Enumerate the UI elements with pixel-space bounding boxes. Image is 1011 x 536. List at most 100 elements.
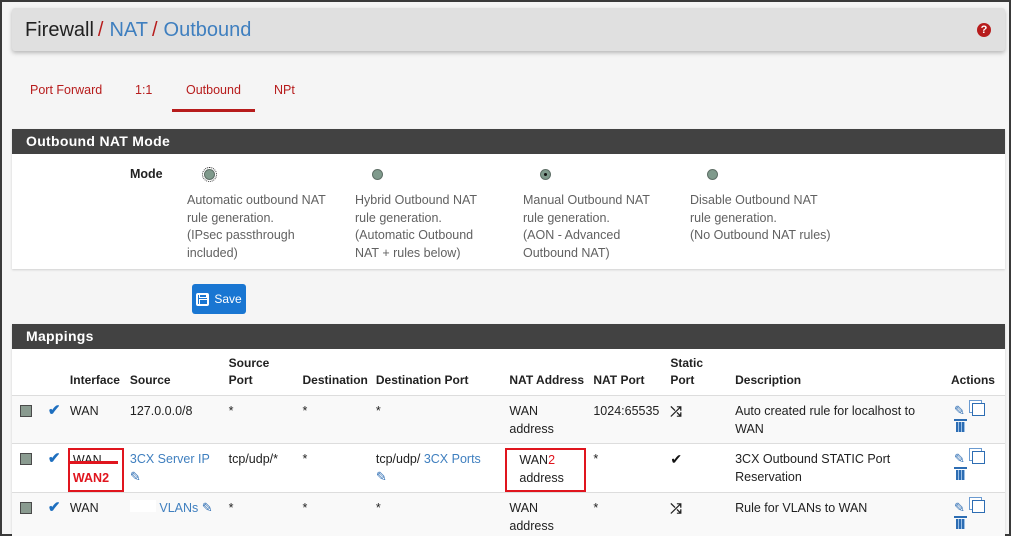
floppy-disk-icon (196, 292, 210, 306)
edit-alias-pencil-icon[interactable]: ✎ (202, 500, 213, 515)
copy-icon[interactable] (968, 400, 985, 416)
cell-source: 127.0.0.0/8 (125, 395, 225, 444)
copy-icon[interactable] (968, 497, 985, 513)
cell-source-port: tcp/udp/* (224, 443, 299, 493)
breadcrumb-outbound[interactable]: Outbound (164, 19, 252, 41)
edit-pencil-icon[interactable]: ✎ (954, 402, 965, 420)
cell-destination: * (298, 395, 372, 444)
table-row: ✔ WAN VLANs ✎ * * * WAN address * ⤮ Rule… (12, 492, 1005, 536)
enabled-check-icon[interactable]: ✔ (48, 450, 61, 467)
cell-description: 3CX Outbound STATIC Port Reservation (731, 443, 947, 493)
radio-automatic[interactable] (202, 167, 217, 182)
breadcrumb-separator: / (151, 19, 158, 41)
interface-annotation: WAN2 (72, 471, 110, 485)
cell-source: 3CX Server IP ✎ (125, 443, 225, 493)
trash-icon[interactable] (953, 516, 967, 529)
col-description: Description (731, 349, 947, 396)
destination-port-prefix: tcp/udp/ (375, 452, 421, 466)
col-nat-address: NAT Address (505, 349, 590, 396)
radio-disable[interactable] (707, 169, 718, 180)
table-header-row: Interface Source Source Port Destination… (12, 349, 1005, 396)
cell-description: Auto created rule for localhost to WAN (731, 395, 947, 444)
col-select (12, 349, 44, 396)
nat-address-line1: WAN (509, 501, 539, 515)
col-interface: Interface (65, 349, 126, 396)
enabled-check-icon[interactable]: ✔ (48, 499, 61, 516)
row-select-checkbox[interactable] (20, 405, 32, 417)
trash-icon[interactable] (953, 467, 967, 480)
source-alias-link[interactable]: VLANs (159, 501, 198, 515)
nat-address-line1: WAN (519, 453, 549, 467)
mode-desc-hybrid: Hybrid Outbound NAT rule generation. (Au… (355, 193, 478, 260)
mode-label: Mode (130, 167, 163, 181)
panel-title: Mappings (12, 324, 1005, 349)
mode-desc-manual: Manual Outbound NAT rule generation. (AO… (523, 193, 650, 260)
nat-address-line2: address (519, 471, 564, 485)
shuffle-icon: ⤮ (670, 403, 682, 419)
edit-pencil-icon[interactable]: ✎ (954, 499, 965, 517)
row-actions: ✎ (951, 400, 991, 436)
cell-nat-address: WAN address (505, 492, 590, 536)
cell-interface: WAN (72, 453, 102, 467)
save-label: Save (214, 292, 242, 306)
trash-icon[interactable] (953, 419, 967, 432)
mode-desc-automatic: Automatic outbound NAT rule generation. … (187, 193, 326, 260)
col-destination-port: Destination Port (371, 349, 506, 396)
radio-manual[interactable] (540, 169, 551, 180)
cell-nat-address: WAN address (505, 395, 590, 444)
nat-address-line2: address (509, 519, 554, 533)
panel-title: Outbound NAT Mode (12, 129, 1005, 154)
col-destination: Destination (298, 349, 372, 396)
edit-pencil-icon[interactable]: ✎ (954, 450, 965, 468)
mode-option-hybrid: Hybrid Outbound NAT rule generation. (Au… (355, 167, 515, 262)
check-icon: ✔ (670, 451, 683, 467)
table-row: ✔ WAN 127.0.0.0/8 * * * WAN address 1024… (12, 395, 1005, 444)
enabled-check-icon[interactable]: ✔ (48, 402, 61, 419)
cell-interface: WAN (65, 395, 126, 444)
breadcrumb: Firewall / NAT / Outbound (25, 19, 251, 41)
row-select-checkbox[interactable] (20, 502, 32, 514)
mode-option-disable: Disable Outbound NAT rule generation. (N… (690, 167, 850, 245)
radio-hybrid[interactable] (372, 169, 383, 180)
tab-outbound[interactable]: Outbound (172, 76, 255, 112)
question-circle-icon[interactable]: ? (977, 23, 991, 37)
edit-alias-pencil-icon[interactable]: ✎ (376, 469, 387, 484)
tab-npt[interactable]: NPt (274, 76, 295, 112)
source-alias-link[interactable]: 3CX Server IP (130, 452, 210, 466)
mode-desc-disable: Disable Outbound NAT rule generation. (N… (690, 193, 831, 242)
cell-source: VLANs ✎ (125, 492, 225, 536)
nat-address-annotation: 2 (548, 453, 556, 467)
destination-port-alias-link[interactable]: 3CX Ports (424, 452, 481, 466)
tab-port-forward[interactable]: Port Forward (30, 76, 102, 112)
mappings-table: Interface Source Source Port Destination… (12, 349, 1005, 536)
mode-option-automatic: Automatic outbound NAT rule generation. … (187, 167, 347, 262)
nat-address-annotation-box: WAN2 address (505, 448, 587, 492)
col-source-port: Source Port (224, 349, 299, 396)
cell-destination: * (298, 492, 372, 536)
page-header: Firewall / NAT / Outbound ? (12, 8, 1005, 51)
cell-destination: * (298, 443, 372, 493)
cell-source-port: * (224, 492, 299, 536)
cell-destination-port: * (371, 395, 506, 444)
cell-destination-port: * (371, 492, 506, 536)
cell-nat-port: * (589, 443, 667, 493)
edit-alias-pencil-icon[interactable]: ✎ (130, 469, 141, 484)
breadcrumb-nat[interactable]: NAT (109, 19, 148, 41)
cell-nat-port: * (589, 492, 667, 536)
redacted-text (129, 500, 156, 512)
mappings-panel: Mappings Interface Source Source Port De… (12, 324, 1005, 536)
cell-destination-port: tcp/udp/ 3CX Ports ✎ (371, 443, 506, 493)
interface-annotation-box: WAN WAN2 (67, 448, 124, 492)
col-source: Source (125, 349, 225, 396)
row-select-checkbox[interactable] (20, 453, 32, 465)
row-actions: ✎ (951, 497, 991, 533)
nat-address-line2: address (509, 422, 554, 436)
tab-one-to-one[interactable]: 1:1 (135, 76, 152, 112)
save-button[interactable]: Save (192, 284, 246, 314)
nat-address-line1: WAN (509, 404, 539, 418)
mode-option-manual: Manual Outbound NAT rule generation. (AO… (523, 167, 683, 262)
col-static-port: Static Port (666, 349, 732, 396)
cell-description: Rule for VLANs to WAN (731, 492, 947, 536)
copy-icon[interactable] (968, 448, 985, 464)
col-nat-port: NAT Port (589, 349, 667, 396)
